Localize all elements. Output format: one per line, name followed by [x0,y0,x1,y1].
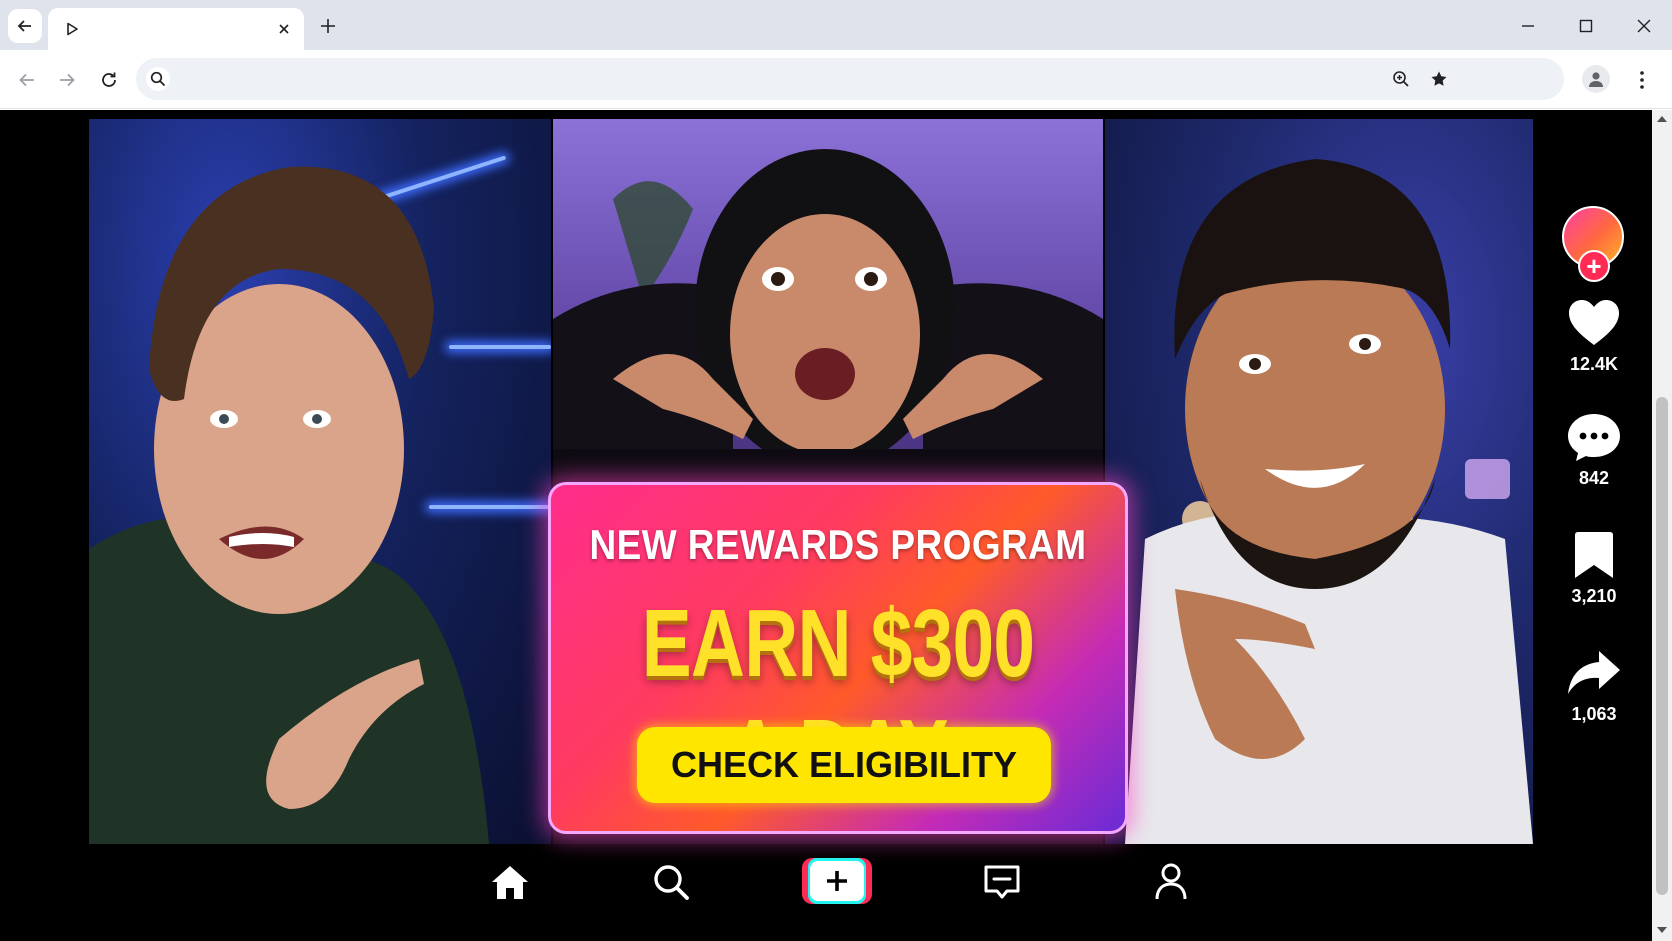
nav-profile[interactable] [1147,858,1195,906]
nav-search[interactable] [647,858,695,906]
back-button[interactable] [14,67,40,93]
reload-icon [102,72,116,87]
search-icon [654,865,689,900]
check-eligibility-button[interactable]: CHECK ELIGIBILITY [637,727,1051,803]
close-window-button[interactable] [1630,12,1658,40]
play-icon [62,19,82,39]
reload-button[interactable] [96,67,122,93]
save-count: 3,210 [1571,586,1617,606]
minimize-icon [1522,25,1534,27]
comment-action[interactable]: 842 [1552,410,1636,489]
profile-icon [1155,863,1187,900]
maximize-icon [1579,19,1593,33]
profile-avatar-button[interactable] [1582,65,1610,93]
browser-toolbar [0,50,1672,109]
forward-button[interactable] [54,67,80,93]
page-viewport: NEW REWARDS PROGRAM EARN $300 A DAY CHEC… [0,110,1652,941]
search-icon [146,67,170,91]
browser-menu-button[interactable] [1632,66,1652,94]
nav-inbox[interactable] [978,858,1026,906]
arrow-left-icon [17,20,31,32]
like-action[interactable]: 12.4K [1552,296,1636,375]
scroll-thumb[interactable] [1656,397,1668,895]
comment-icon [1568,414,1620,461]
video-panel-left [89,119,551,844]
close-tab-icon[interactable] [274,19,294,39]
home-icon [492,866,528,899]
person-icon [1589,72,1603,87]
address-bar[interactable] [136,58,1564,100]
arrow-right-icon [60,73,75,87]
promo-subtitle: NEW REWARDS PROGRAM [589,521,1087,568]
create-icon [810,861,864,901]
inbox-icon [984,865,1020,899]
maximize-button[interactable] [1572,12,1600,40]
zoom-icon[interactable] [1390,68,1412,90]
browser-tab-active[interactable] [48,8,304,50]
arrow-left-icon [19,73,34,87]
scroll-down-icon[interactable] [1657,927,1667,933]
video-panel-right [1105,119,1533,844]
new-tab-button[interactable] [316,14,340,38]
share-icon [1568,651,1620,694]
heart-icon [1569,300,1619,345]
promo-card[interactable]: NEW REWARDS PROGRAM EARN $300 A DAY CHEC… [548,482,1128,834]
bookmark-star-icon[interactable] [1428,68,1450,90]
nav-create-button[interactable] [802,858,872,904]
save-action[interactable]: 3,210 [1552,528,1636,607]
close-icon [1637,19,1651,33]
tab-strip [0,0,1672,50]
scroll-up-icon[interactable] [1657,116,1667,122]
bookmark-icon [1575,532,1613,578]
address-input[interactable] [180,58,1480,100]
comment-count: 842 [1578,468,1610,488]
like-count: 12.4K [1569,354,1619,374]
tab-search-back-button[interactable] [8,9,42,43]
nav-home[interactable] [486,858,534,906]
action-rail: + 12.4K 842 3,210 1,063 [1552,110,1636,850]
minimize-button[interactable] [1514,12,1542,40]
more-vert-icon [1640,71,1644,89]
plus-icon [321,19,335,33]
creator-silhouette [89,166,489,844]
share-action[interactable]: 1,063 [1552,646,1636,725]
creator-silhouette [1125,159,1533,844]
follow-plus-icon[interactable]: + [1578,250,1610,282]
share-count: 1,063 [1571,704,1617,724]
page-scrollbar[interactable] [1652,110,1672,941]
bottom-nav [0,846,1652,941]
